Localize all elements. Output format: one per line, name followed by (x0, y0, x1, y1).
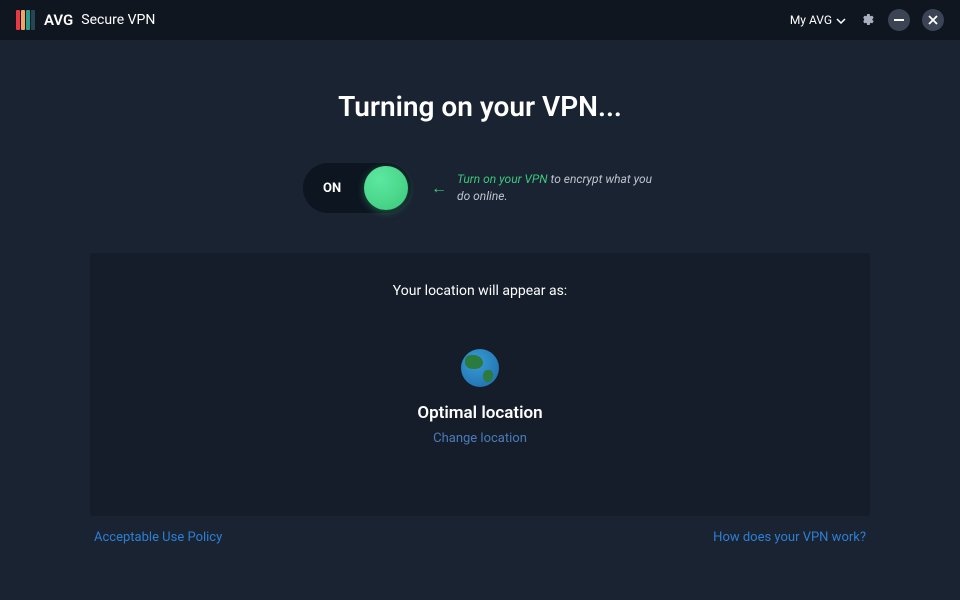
my-avg-label: My AVG (790, 13, 832, 27)
chevron-down-icon (836, 13, 846, 27)
change-location-link[interactable]: Change location (110, 431, 850, 446)
current-location: Optimal location (110, 403, 850, 423)
settings-button[interactable] (858, 11, 876, 29)
toggle-state-label: ON (323, 181, 341, 196)
vpn-toggle-row: ON ← Turn on your VPN to encrypt what yo… (90, 163, 870, 213)
hint-text: Turn on your VPN to encrypt what you do … (457, 171, 657, 205)
close-button[interactable] (922, 9, 944, 31)
avg-logo-icon (16, 10, 36, 30)
arrow-left-icon: ← (431, 178, 447, 198)
vpn-toggle[interactable]: ON (303, 163, 411, 213)
location-panel-title: Your location will appear as: (110, 283, 850, 299)
gear-icon (859, 12, 875, 28)
globe-icon (461, 349, 499, 387)
vpn-hint: ← Turn on your VPN to encrypt what you d… (431, 171, 657, 205)
minimize-icon (894, 19, 904, 21)
how-vpn-works-link[interactable]: How does your VPN work? (713, 530, 866, 545)
close-icon (928, 15, 938, 25)
product-name: Secure VPN (81, 12, 155, 28)
acceptable-use-link[interactable]: Acceptable Use Policy (94, 530, 222, 545)
title-bar-right: My AVG (790, 9, 944, 31)
page-title: Turning on your VPN... (90, 90, 870, 123)
title-bar: AVG Secure VPN My AVG (0, 0, 960, 40)
brand-name: AVG (44, 11, 73, 29)
footer-links: Acceptable Use Policy How does your VPN … (90, 530, 870, 545)
hint-highlight: Turn on your VPN (457, 172, 548, 186)
toggle-knob (364, 166, 408, 210)
my-avg-dropdown[interactable]: My AVG (790, 13, 846, 27)
minimize-button[interactable] (888, 9, 910, 31)
title-bar-left: AVG Secure VPN (16, 10, 155, 30)
main-content: Turning on your VPN... ON ← Turn on your… (0, 40, 960, 545)
location-panel: Your location will appear as: Optimal lo… (90, 253, 870, 516)
